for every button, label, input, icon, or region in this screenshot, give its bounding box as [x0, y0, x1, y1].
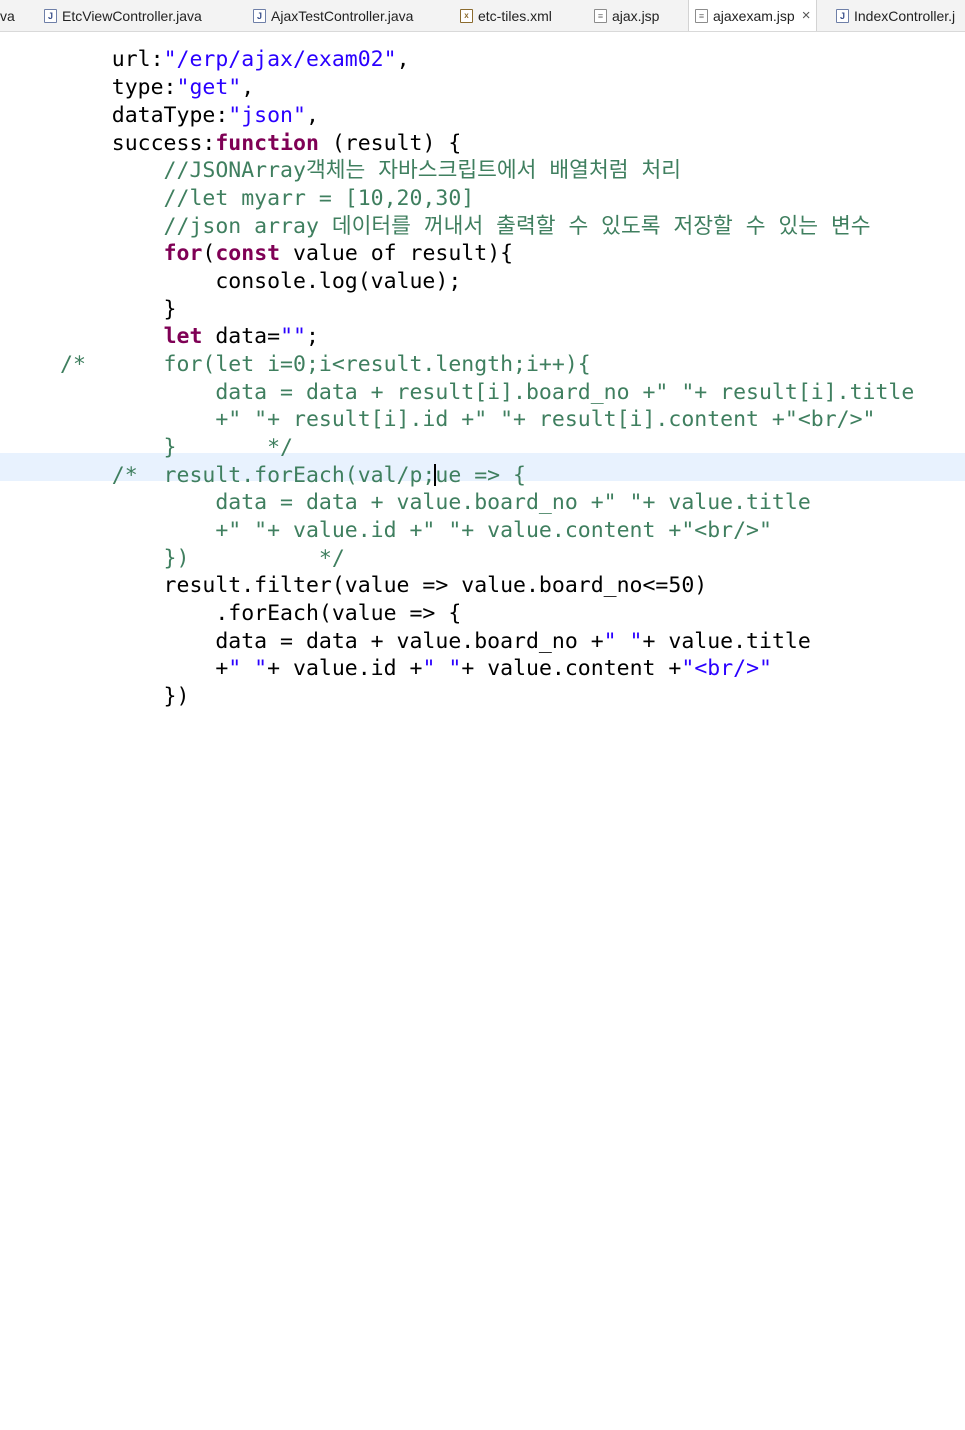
code-line-14[interactable]: data = data + result[i].board_no +" "+ r…: [60, 379, 914, 407]
tab-label: etc-tiles.xml: [478, 7, 552, 24]
code-line-20[interactable]: }) */: [60, 545, 345, 573]
code-line-4[interactable]: dataType:"json",: [60, 102, 319, 130]
tab-indexcontroller[interactable]: J IndexController.j: [836, 0, 955, 31]
code-line-6[interactable]: //JSONArray객체는 자바스크립트에서 배열처럼 처리: [60, 157, 682, 185]
tab-etcviewcontroller[interactable]: J EtcViewController.java: [44, 0, 202, 31]
code-line-24[interactable]: +" "+ value.id +" "+ value.content +"<br…: [60, 655, 772, 683]
tab-label: va: [0, 7, 15, 24]
java-file-icon: J: [44, 8, 57, 23]
java-file-icon: J: [836, 8, 849, 23]
code-editor[interactable]: $.ajax({ url:"/erp/ajax/exam02", type:"g…: [0, 0, 965, 715]
tab-partial-java[interactable]: va: [0, 0, 15, 31]
code-line-5[interactable]: success:function (result) {: [60, 130, 462, 158]
java-file-icon: J: [253, 8, 266, 23]
jsp-file-icon: ≡: [695, 8, 708, 23]
code-line-19[interactable]: +" "+ value.id +" "+ value.content +"<br…: [60, 517, 772, 545]
code-line-21[interactable]: result.filter(value => value.board_no<=5…: [60, 572, 708, 600]
code-line-13[interactable]: /* for(let i=0;i<result.length;i++){: [60, 351, 591, 379]
tab-ajax-jsp[interactable]: ≡ ajax.jsp: [594, 0, 659, 31]
code-line-7[interactable]: //let myarr = [10,20,30]: [60, 185, 475, 213]
tab-label: ajaxexam.jsp: [713, 7, 795, 24]
tab-label: IndexController.j: [854, 7, 956, 24]
code-line-17[interactable]: /* result.forEach(val/p;ue => {: [60, 462, 526, 490]
code-line-12[interactable]: let data="";: [60, 323, 319, 351]
tab-ajaxtestcontroller[interactable]: J AjaxTestController.java: [253, 0, 413, 31]
tab-etc-tiles-xml[interactable]: x etc-tiles.xml: [460, 0, 552, 31]
tab-label: ajax.jsp: [612, 7, 660, 24]
code-line-18[interactable]: data = data + value.board_no +" "+ value…: [60, 489, 810, 517]
code-line-3[interactable]: type:"get",: [60, 74, 254, 102]
code-line-23[interactable]: data = data + value.board_no +" "+ value…: [60, 628, 810, 656]
close-icon[interactable]: ×: [802, 7, 811, 24]
code-line-22[interactable]: .forEach(value => {: [60, 600, 461, 628]
code-line-2[interactable]: url:"/erp/ajax/exam02",: [60, 46, 410, 74]
code-line-15[interactable]: +" "+ result[i].id +" "+ result[i].conte…: [60, 406, 875, 434]
editor-tab-bar: va J EtcViewController.java J AjaxTestCo…: [0, 0, 965, 32]
code-line-11[interactable]: }: [60, 296, 177, 324]
code-line-9[interactable]: for(const value of result){: [60, 240, 514, 268]
tab-label: EtcViewController.java: [62, 7, 202, 24]
code-line-10[interactable]: console.log(value);: [60, 268, 461, 296]
code-line-16[interactable]: } */: [60, 434, 293, 462]
code-line-25[interactable]: }): [60, 683, 190, 711]
xml-file-icon: x: [460, 8, 473, 23]
tab-ajaxexam-jsp[interactable]: ≡ ajaxexam.jsp ×: [688, 0, 818, 31]
jsp-file-icon: ≡: [594, 8, 607, 23]
tab-label: AjaxTestController.java: [271, 7, 414, 24]
code-line-8[interactable]: //json array 데이터를 꺼내서 출력할 수 있도록 저장할 수 있는…: [60, 213, 871, 241]
